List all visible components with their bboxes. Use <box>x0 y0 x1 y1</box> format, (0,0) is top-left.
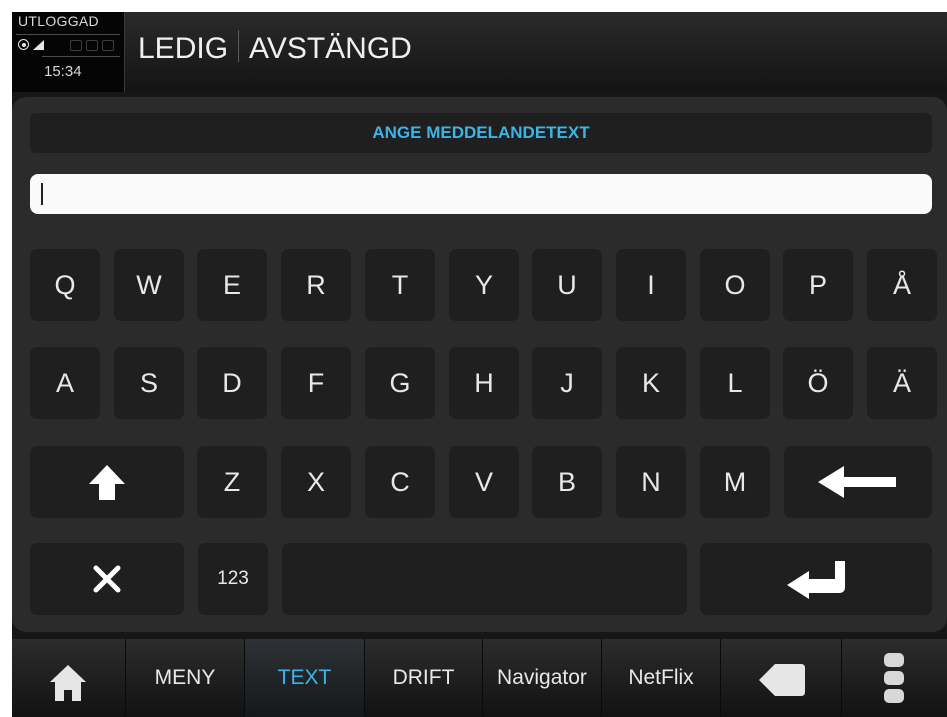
nav-tab-meny[interactable]: MENY <box>126 639 245 717</box>
key-ö[interactable]: Ö <box>783 347 853 419</box>
text-entry-panel: ANGE MEDDELANDETEXT 123 Q W E R T Y U I … <box>12 97 947 632</box>
enter-key[interactable] <box>700 543 932 615</box>
key-h[interactable]: H <box>449 347 519 419</box>
key-t[interactable]: T <box>365 249 435 321</box>
nav-tab-navigator[interactable]: Navigator <box>483 639 602 717</box>
screen: UTLOGGAD 15:34 LEDIG AVSTÄNGD ANGE MEDDEL… <box>12 12 947 717</box>
key-a[interactable]: A <box>30 347 100 419</box>
key-v[interactable]: V <box>449 446 519 518</box>
more-button[interactable] <box>842 639 947 717</box>
key-n[interactable]: N <box>616 446 686 518</box>
lock-icon <box>70 40 82 51</box>
key-k[interactable]: K <box>616 347 686 419</box>
status-block[interactable]: UTLOGGAD 15:34 <box>12 12 125 92</box>
key-w[interactable]: W <box>114 249 184 321</box>
key-u[interactable]: U <box>532 249 602 321</box>
top-status-bar: UTLOGGAD 15:34 LEDIG AVSTÄNGD <box>12 12 947 92</box>
home-button[interactable] <box>12 639 126 717</box>
close-key[interactable] <box>30 543 184 615</box>
login-state: UTLOGGAD <box>18 13 99 29</box>
key-z[interactable]: Z <box>197 446 267 518</box>
key-s[interactable]: S <box>114 347 184 419</box>
key-d[interactable]: D <box>197 347 267 419</box>
availability-state: LEDIG <box>138 32 229 65</box>
key-x[interactable]: X <box>281 446 351 518</box>
key-m[interactable]: M <box>700 446 770 518</box>
back-icon <box>759 664 805 696</box>
backspace-key[interactable] <box>784 446 932 518</box>
nav-tab-drift[interactable]: DRIFT <box>365 639 483 717</box>
enter-return-icon <box>787 561 845 599</box>
state-title: LEDIG AVSTÄNGD <box>138 30 412 66</box>
key-r[interactable]: R <box>281 249 351 321</box>
key-g[interactable]: G <box>365 347 435 419</box>
bottom-nav-bar: MENY TEXT DRIFT Navigator NetFlix <box>12 639 947 717</box>
message-text-field[interactable] <box>30 174 932 214</box>
close-x-icon <box>93 565 121 593</box>
key-j[interactable]: J <box>532 347 602 419</box>
key-ä[interactable]: Ä <box>867 347 937 419</box>
key-b[interactable]: B <box>532 446 602 518</box>
signal-icon <box>33 40 44 50</box>
key-l[interactable]: L <box>700 347 770 419</box>
key-i[interactable]: I <box>616 249 686 321</box>
text-caret <box>41 183 43 205</box>
key-c[interactable]: C <box>365 446 435 518</box>
nav-tab-netflix[interactable]: NetFlix <box>602 639 721 717</box>
gps-icon <box>18 39 29 50</box>
message-icon <box>102 40 114 51</box>
key-q[interactable]: Q <box>30 249 100 321</box>
shift-up-arrow-icon <box>89 465 125 500</box>
key-o[interactable]: O <box>700 249 770 321</box>
backspace-left-arrow-icon <box>818 466 896 498</box>
key-y[interactable]: Y <box>449 249 519 321</box>
key-e[interactable]: E <box>197 249 267 321</box>
key-f[interactable]: F <box>281 347 351 419</box>
more-icon <box>884 653 904 703</box>
nav-tab-text[interactable]: TEXT <box>245 639 365 717</box>
key-p[interactable]: P <box>783 249 853 321</box>
shift-key[interactable] <box>30 446 184 518</box>
key-å[interactable]: Å <box>867 249 937 321</box>
home-icon <box>50 665 86 701</box>
space-key[interactable] <box>282 543 687 615</box>
clock: 15:34 <box>44 63 82 80</box>
back-button[interactable] <box>721 639 842 717</box>
power-state: AVSTÄNGD <box>249 32 412 65</box>
numbers-key[interactable]: 123 <box>198 543 268 615</box>
prompt-label: ANGE MEDDELANDETEXT <box>30 113 932 153</box>
phone-icon <box>86 40 98 51</box>
